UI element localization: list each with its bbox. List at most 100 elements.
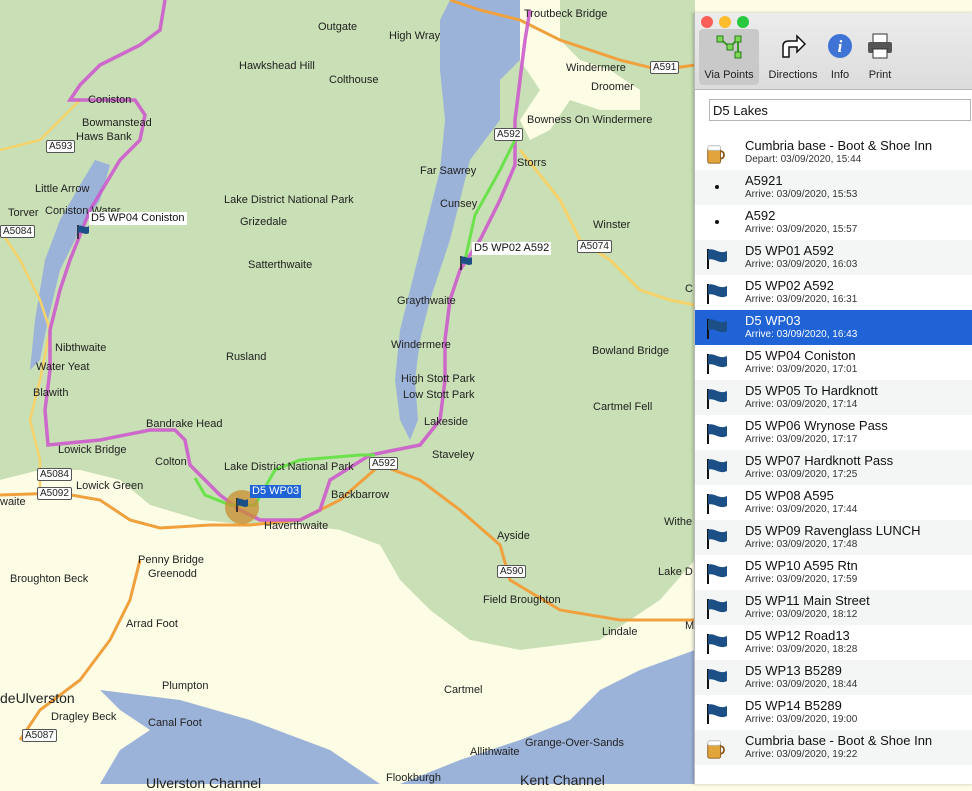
via-points-button[interactable]: Via Points [699, 29, 759, 85]
place-label: Blawith [33, 387, 69, 399]
bullet-icon [715, 185, 719, 189]
list-item[interactable]: D5 WP12 Road13 Arrive: 03/09/2020, 18:28 [695, 625, 972, 660]
list-item[interactable]: A592 Arrive: 03/09/2020, 15:57 [695, 205, 972, 240]
place-label: Windermere [391, 339, 451, 351]
zoom-button[interactable] [737, 16, 749, 28]
road-shield: A592 [369, 457, 399, 470]
point-time: Arrive: 03/09/2020, 16:03 [745, 259, 858, 270]
list-item[interactable]: A5921 Arrive: 03/09/2020, 15:53 [695, 170, 972, 205]
list-item[interactable]: D5 WP05 To Hardknott Arrive: 03/09/2020, … [695, 380, 972, 415]
place-label: Lakeside [424, 416, 469, 428]
place-label: Lowick Bridge [58, 444, 127, 456]
route-name-field[interactable]: D5 Lakes [709, 99, 971, 121]
place-label: Greenodd [148, 568, 197, 580]
point-name: A5921 [745, 173, 783, 188]
place-label: High Wray [389, 30, 441, 42]
waypoint-label[interactable]: D5 WP04 Coniston [89, 212, 187, 225]
place-label: Allithwaite [470, 746, 520, 758]
point-time: Arrive: 03/09/2020, 17:59 [745, 574, 858, 585]
place-label: Lake District National Park [224, 194, 354, 206]
print-icon [868, 33, 892, 59]
place-label: Canal Foot [148, 717, 202, 729]
place-label: Coniston [88, 94, 132, 106]
flag-icon[interactable] [76, 224, 90, 240]
place-label: Colthouse [329, 74, 379, 86]
place-label: Withe [664, 516, 693, 528]
point-name: D5 WP14 B5289 [745, 698, 842, 713]
list-item[interactable]: D5 WP06 Wrynose Pass Arrive: 03/09/2020, … [695, 415, 972, 450]
info-icon: i [828, 34, 852, 58]
place-label: Cartmel Fell [593, 401, 653, 413]
list-item[interactable]: D5 WP04 Coniston Arrive: 03/09/2020, 17:0… [695, 345, 972, 380]
list-item[interactable]: Cumbria base - Boot & Shoe Inn Depart: 03… [695, 135, 972, 170]
place-label: M [685, 620, 695, 632]
point-name: D5 WP10 A595 Rtn [745, 558, 858, 573]
point-time: Arrive: 03/09/2020, 15:53 [745, 189, 858, 200]
place-label: Nibthwaite [55, 342, 107, 354]
list-item[interactable]: Cumbria base - Boot & Shoe Inn Arrive: 03… [695, 730, 972, 765]
point-name: Cumbria base - Boot & Shoe Inn [745, 138, 933, 153]
place-label: Winster [593, 219, 631, 231]
place-label: Outgate [318, 21, 358, 33]
bullet-icon [715, 220, 719, 224]
place-label: Haverthwaite [264, 520, 329, 532]
place-label: Torver [8, 207, 39, 219]
info-label: Info [830, 69, 850, 81]
point-time: Arrive: 03/09/2020, 17:44 [745, 504, 858, 515]
list-item[interactable]: D5 WP11 Main Street Arrive: 03/09/2020, 1… [695, 590, 972, 625]
place-label: Far Sawrey [420, 165, 477, 177]
waypoint-label[interactable]: D5 WP02 A592 [472, 242, 552, 255]
minimize-button[interactable] [719, 16, 731, 28]
flag-icon [705, 248, 729, 270]
place-label: Droomer [591, 81, 634, 93]
flag-icon[interactable] [235, 497, 249, 513]
point-time: Arrive: 03/09/2020, 19:00 [745, 714, 858, 725]
point-time: Arrive: 03/09/2020, 17:17 [745, 434, 858, 445]
svg-text:i: i [838, 37, 843, 56]
info-button[interactable]: i Info [819, 29, 861, 85]
list-item[interactable]: D5 WP13 B5289 Arrive: 03/09/2020, 18:44 [695, 660, 972, 695]
list-item[interactable]: D5 WP07 Hardknott Pass Arrive: 03/09/2020… [695, 450, 972, 485]
list-item[interactable]: D5 WP14 B5289 Arrive: 03/09/2020, 19:00 [695, 695, 972, 730]
flag-icon[interactable] [459, 255, 473, 271]
point-name: D5 WP08 A595 [745, 488, 834, 503]
place-label: Low Stott Park [403, 389, 475, 401]
directions-button[interactable]: Directions [761, 29, 825, 85]
directions-label: Directions [768, 69, 818, 81]
list-item[interactable]: D5 WP08 A595 Arrive: 03/09/2020, 17:44 [695, 485, 972, 520]
place-label: deUlverston [0, 690, 75, 706]
point-time: Arrive: 03/09/2020, 17:25 [745, 469, 858, 480]
close-button[interactable] [701, 16, 713, 28]
place-label: Windermere [566, 62, 626, 74]
place-label: Grizedale [240, 216, 288, 228]
beer-mug-icon [705, 738, 729, 760]
place-label: Lake D [658, 566, 693, 578]
flag-icon [705, 318, 729, 340]
list-item[interactable]: D5 WP10 A595 Rtn Arrive: 03/09/2020, 17:5… [695, 555, 972, 590]
flag-icon [705, 493, 729, 515]
point-time: Arrive: 03/09/2020, 17:14 [745, 399, 858, 410]
list-item[interactable]: D5 WP03 Arrive: 03/09/2020, 16:43 [695, 310, 972, 345]
flag-icon [705, 283, 729, 305]
place-label: High Stott Park [401, 373, 475, 385]
point-time: Arrive: 03/09/2020, 18:28 [745, 644, 858, 655]
flag-icon [705, 563, 729, 585]
list-item[interactable]: D5 WP02 A592 Arrive: 03/09/2020, 16:31 [695, 275, 972, 310]
point-time: Arrive: 03/09/2020, 17:01 [745, 364, 858, 375]
waypoint-label[interactable]: D5 WP03 [250, 485, 302, 498]
flag-icon [705, 528, 729, 550]
list-item[interactable]: D5 WP01 A592 Arrive: 03/09/2020, 16:03 [695, 240, 972, 275]
print-button[interactable]: Print [861, 29, 899, 85]
point-time: Arrive: 03/09/2020, 16:31 [745, 294, 858, 305]
road-shield: A591 [650, 61, 680, 74]
place-label: Bowland Bridge [592, 345, 670, 357]
place-label: Dragley Beck [51, 711, 117, 723]
directions-icon [782, 34, 807, 58]
place-label: Plumpton [162, 680, 209, 692]
flag-icon [705, 353, 729, 375]
list-item[interactable]: D5 WP09 Ravenglass LUNCH Arrive: 03/09/20… [695, 520, 972, 555]
place-label: Broughton Beck [10, 573, 89, 585]
road-shield: A5092 [37, 487, 72, 500]
point-time: Arrive: 03/09/2020, 19:22 [745, 749, 858, 760]
point-name: D5 WP04 Coniston [745, 348, 856, 363]
